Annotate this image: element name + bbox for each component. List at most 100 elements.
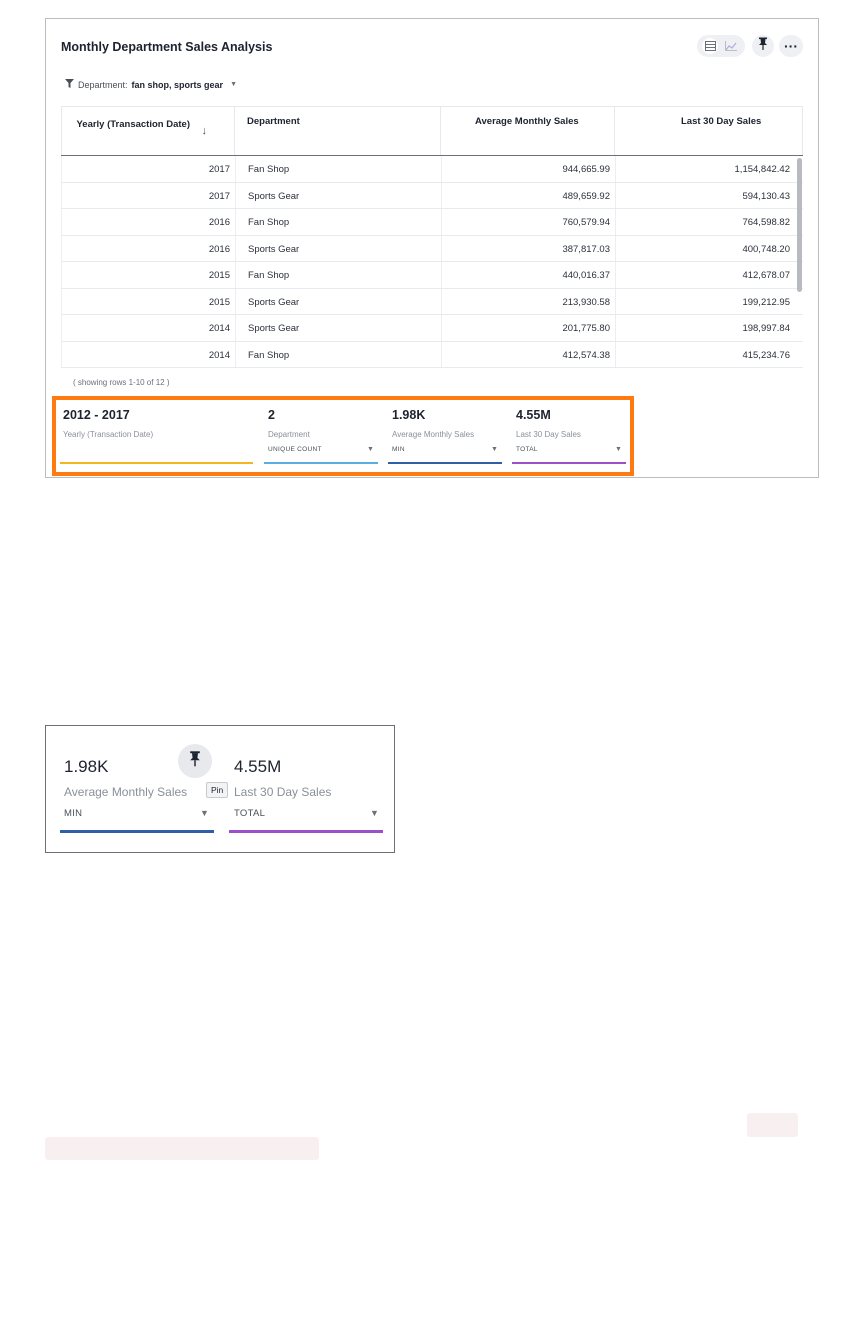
summary-underline — [229, 830, 383, 833]
cell-last-30-day-sales: 400,748.20 — [742, 243, 790, 255]
aggregation-select[interactable]: TOTAL — [234, 808, 265, 819]
cell-average-monthly-sales: 440,016.37 — [562, 270, 610, 281]
cell-year: 2015 — [208, 270, 230, 281]
zoomed-summary-detail: 1.98K Average Monthly Sales MIN ▼ Pin 4.… — [45, 725, 395, 853]
zoom-summary-value: 1.98K — [64, 757, 109, 776]
cell-average-monthly-sales: 387,817.03 — [562, 243, 610, 255]
table-row[interactable]: 2017 Fan Shop 944,665.99 1,154,842.42 — [61, 156, 803, 183]
filter-chip[interactable]: Department: fan shop, sports gear ▼ — [65, 79, 237, 90]
pin-icon — [189, 750, 201, 772]
zoom-summary-label: Average Monthly Sales — [64, 785, 188, 799]
cell-department: Sports Gear — [248, 243, 300, 255]
summary-underline — [60, 830, 214, 833]
table-view-icon[interactable] — [702, 38, 718, 54]
pin-button[interactable] — [752, 35, 774, 57]
cell-department: Fan Shop — [248, 349, 290, 361]
summary-value: 1.98K — [392, 408, 426, 422]
caret-down-icon[interactable]: ▼ — [200, 808, 209, 818]
caret-down-icon[interactable]: ▼ — [491, 446, 498, 453]
summary-label: Department — [268, 430, 310, 439]
cell-average-monthly-sales: 489,659.92 — [562, 190, 610, 202]
cell-year: 2017 — [208, 190, 230, 202]
pin-icon — [758, 37, 768, 55]
cell-department: Fan Shop — [248, 164, 290, 175]
table-row[interactable]: 2015 Sports Gear 213,930.58 199,212.95 — [61, 289, 803, 315]
data-table: Yearly (Transaction Date) ↓ Department A… — [61, 106, 803, 368]
summary-underline — [388, 462, 502, 464]
placeholder-block — [747, 1113, 798, 1137]
cell-last-30-day-sales: 198,997.84 — [742, 323, 790, 334]
cell-average-monthly-sales: 760,579.94 — [562, 217, 610, 228]
column-header-year[interactable]: Yearly (Transaction Date) ↓ — [61, 107, 235, 155]
aggregation-select[interactable]: TOTAL — [516, 446, 538, 453]
cell-department: Sports Gear — [248, 190, 300, 202]
summary-value: 2 — [268, 408, 275, 422]
cell-last-30-day-sales: 594,130.43 — [742, 190, 790, 202]
summary-underline — [512, 462, 626, 464]
cell-average-monthly-sales: 201,775.80 — [562, 323, 610, 334]
caret-down-icon[interactable]: ▼ — [367, 446, 374, 453]
summary-value: 4.55M — [516, 408, 551, 422]
filter-value: fan shop, sports gear — [131, 79, 224, 90]
more-options-button[interactable]: ··· — [779, 35, 803, 57]
view-toggle[interactable] — [697, 35, 745, 57]
cell-year: 2014 — [208, 349, 230, 361]
cell-year: 2014 — [208, 323, 230, 334]
table-scrollbar[interactable] — [797, 158, 802, 292]
column-header-label: Last 30 Day Sales — [681, 116, 762, 127]
pin-tooltip: Pin — [206, 782, 229, 798]
aggregation-select[interactable]: MIN — [64, 808, 82, 819]
caret-down-icon[interactable]: ▼ — [370, 808, 379, 818]
caret-down-icon[interactable]: ▼ — [230, 81, 237, 88]
cell-last-30-day-sales: 764,598.82 — [742, 217, 790, 228]
column-header-label: Average Monthly Sales — [475, 116, 579, 127]
cell-year: 2015 — [208, 296, 230, 308]
card-title: Monthly Department Sales Analysis — [61, 40, 273, 54]
table-row[interactable]: 2016 Fan Shop 760,579.94 764,598.82 — [61, 209, 803, 236]
caret-down-icon[interactable]: ▼ — [615, 446, 622, 453]
aggregation-select[interactable]: UNIQUE COUNT — [268, 446, 322, 453]
placeholder-block — [45, 1137, 319, 1160]
column-header-label: Yearly (Transaction Date) — [76, 119, 190, 130]
table-row[interactable]: 2015 Fan Shop 440,016.37 412,678.07 — [61, 262, 803, 289]
summary-label: Yearly (Transaction Date) — [63, 430, 154, 439]
zoom-summary-label: Last 30 Day Sales — [234, 785, 332, 799]
table-row[interactable]: 2017 Sports Gear 489,659.92 594,130.43 — [61, 183, 803, 209]
filter-label: Department: — [78, 79, 128, 90]
cell-last-30-day-sales: 415,234.76 — [742, 349, 790, 361]
pin-button[interactable] — [178, 744, 212, 778]
column-header-label: Department — [247, 116, 300, 127]
summary-underline — [264, 462, 378, 464]
cell-last-30-day-sales: 412,678.07 — [742, 270, 790, 281]
aggregation-select[interactable]: MIN — [392, 446, 405, 453]
column-header-last-30-day-sales[interactable]: Last 30 Day Sales — [615, 107, 803, 155]
zoom-summary-value: 4.55M — [234, 757, 282, 776]
filter-icon — [65, 79, 74, 90]
table-row[interactable]: 2014 Fan Shop 412,574.38 415,234.76 — [61, 342, 803, 368]
more-icon: ··· — [784, 38, 798, 54]
table-header: Yearly (Transaction Date) ↓ Department A… — [61, 106, 803, 156]
cell-department: Sports Gear — [248, 323, 300, 334]
chart-view-icon[interactable] — [723, 38, 739, 54]
cell-department: Fan Shop — [248, 270, 290, 281]
sort-down-icon[interactable]: ↓ — [202, 125, 208, 137]
table-body: 2017 Fan Shop 944,665.99 1,154,842.42 2017 S… — [61, 156, 803, 368]
summary-value: 2012 - 2017 — [63, 408, 130, 422]
cell-year: 2017 — [208, 164, 230, 175]
summary-label: Last 30 Day Sales — [516, 430, 581, 439]
summary-underline — [60, 462, 253, 464]
row-count-text: ( showing rows 1-10 of 12 ) — [73, 378, 170, 387]
cell-last-30-day-sales: 1,154,842.42 — [734, 164, 790, 175]
table-row[interactable]: 2016 Sports Gear 387,817.03 400,748.20 — [61, 236, 803, 262]
column-header-average-monthly-sales[interactable]: Average Monthly Sales — [441, 107, 615, 155]
column-header-department[interactable]: Department — [235, 107, 441, 155]
cell-average-monthly-sales: 944,665.99 — [562, 164, 610, 175]
summary-label: Average Monthly Sales — [392, 430, 475, 439]
table-row[interactable]: 2014 Sports Gear 201,775.80 198,997.84 — [61, 315, 803, 342]
cell-year: 2016 — [208, 243, 230, 255]
cell-department: Sports Gear — [248, 296, 300, 308]
cell-year: 2016 — [208, 217, 230, 228]
cell-last-30-day-sales: 199,212.95 — [742, 296, 790, 308]
cell-department: Fan Shop — [248, 217, 290, 228]
cell-average-monthly-sales: 213,930.58 — [562, 296, 610, 308]
